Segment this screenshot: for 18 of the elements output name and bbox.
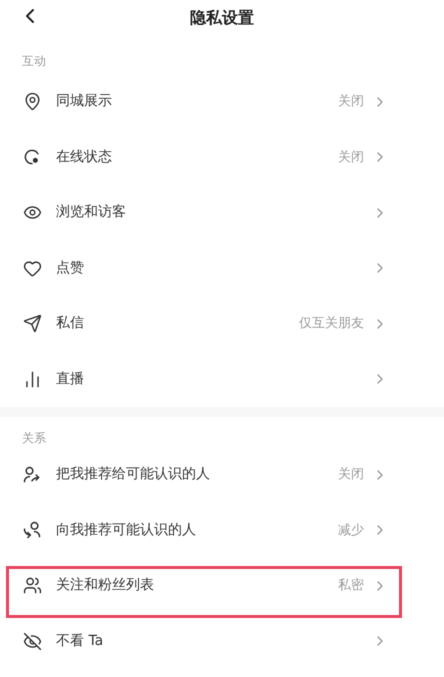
settings-row[interactable]: 点赞 [0,240,444,296]
section-label: 互动 [22,53,46,70]
settings-row[interactable]: 向我推荐可能认识的人 减少 [0,502,444,558]
page-title: 隐私设置 [190,7,254,29]
settings-row[interactable]: 在线状态 关闭 [0,130,444,185]
settings-row[interactable]: 同城展示 关闭 [0,74,444,130]
user-recommend-icon [22,520,42,540]
settings-row[interactable]: 关注和粉丝列表 私密 [0,558,444,614]
user-share-icon [22,464,42,485]
settings-row[interactable]: 把我推荐给可能认识的人 关闭 [0,447,444,502]
eye-off-icon [22,631,42,652]
settings-row[interactable]: 直播 [0,352,444,407]
settings-row[interactable]: 浏览和访客 [0,185,444,240]
settings-row[interactable]: 私信 仅互关朋友 [0,296,444,352]
section-label: 关系 [22,430,46,447]
send-icon [22,314,42,334]
settings-row[interactable]: 不看 Ta [0,614,444,669]
users-icon [22,576,42,596]
